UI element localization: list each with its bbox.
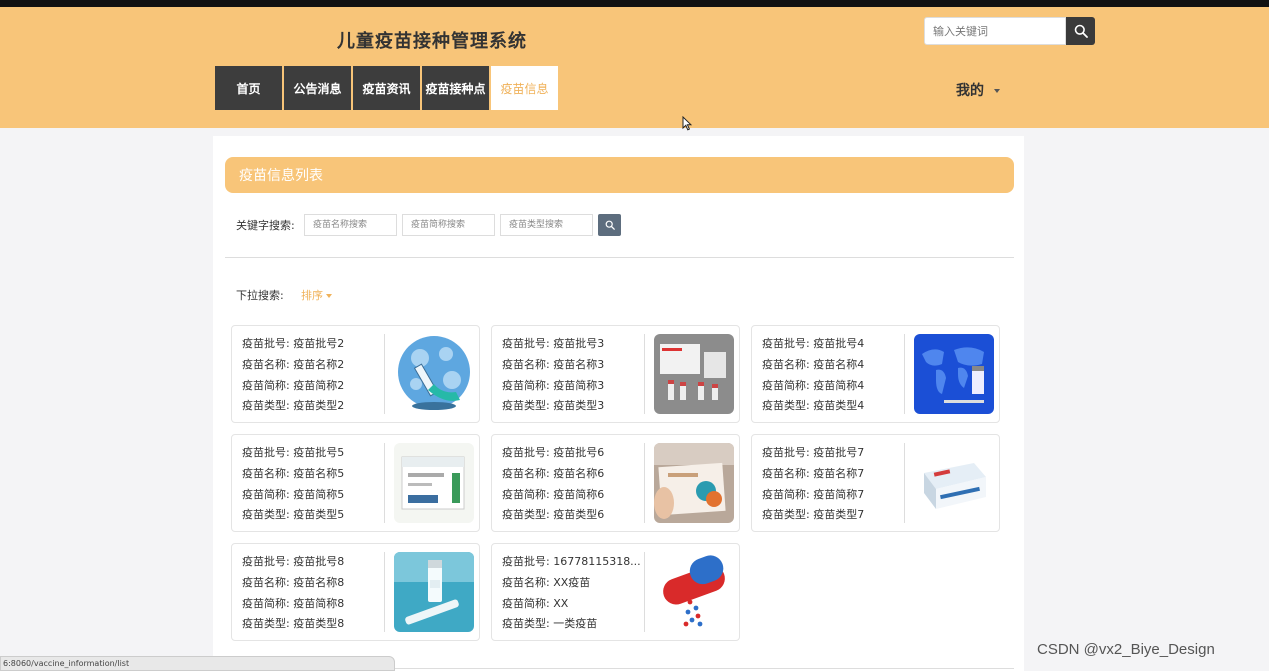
list-title: 疫苗信息列表: [225, 157, 1014, 193]
site-title: 儿童疫苗接种管理系统: [337, 31, 527, 52]
card-abbr: 疫苗简称: 疫苗简称4: [762, 378, 865, 392]
vaccine-card[interactable]: 疫苗批号: 疫苗批号7 疫苗名称: 疫苗名称7 疫苗简称: 疫苗简称7 疫苗类型…: [751, 434, 1000, 532]
hand-holding-box-image: [654, 443, 734, 523]
sort-dropdown[interactable]: 排序: [301, 287, 332, 303]
section-divider: [225, 257, 1014, 258]
card-batch: 疫苗批号: 疫苗批号3: [502, 337, 605, 350]
vaccine-box-vials-image: [654, 334, 734, 414]
card-separator: [644, 443, 645, 523]
vaccine-card[interactable]: 疫苗批号: 疫苗批号8 疫苗名称: 疫苗名称8 疫苗简称: 疫苗简称8 疫苗类型…: [231, 543, 480, 641]
card-name: 疫苗名称: XX疫苗: [502, 575, 591, 589]
nav-home[interactable]: 首页: [215, 66, 282, 110]
header-search-input[interactable]: [924, 17, 1066, 45]
browser-status-url: 6:8060/vaccine_information/list: [0, 656, 395, 671]
card-abbr: 疫苗简称: 疫苗简称8: [242, 596, 345, 610]
card-abbr: 疫苗简称: 疫苗简称6: [502, 487, 605, 501]
vaccine-card[interactable]: 疫苗批号: 疫苗批号2 疫苗名称: 疫苗名称2 疫苗简称: 疫苗简称2 疫苗类型…: [231, 325, 480, 423]
card-abbr: 疫苗简称: 疫苗简称7: [762, 487, 865, 501]
vaccine-name-search-input[interactable]: [304, 214, 397, 236]
card-type: 疫苗类型: 疫苗类型2: [242, 399, 345, 413]
vaccine-card[interactable]: 疫苗批号: 疫苗批号6 疫苗名称: 疫苗名称6 疫苗简称: 疫苗简称6 疫苗类型…: [491, 434, 740, 532]
content-panel: 疫苗信息列表 关键字搜索: 下拉搜索: 排序 疫苗批号: 疫苗批号2 疫苗名称:…: [213, 136, 1024, 671]
card-type: 疫苗类型: 一类疫苗: [502, 617, 598, 631]
card-batch: 疫苗批号: 疫苗批号6: [502, 446, 605, 459]
nav-announcements[interactable]: 公告消息: [284, 66, 351, 110]
header-search-button[interactable]: [1066, 17, 1095, 45]
card-name: 疫苗名称: 疫苗名称6: [502, 466, 605, 480]
main-nav: 首页 公告消息 疫苗资讯 疫苗接种点 疫苗信息: [215, 66, 560, 110]
blister-pack-box-image: [914, 443, 994, 523]
card-separator: [904, 443, 905, 523]
dropdown-search-label: 下拉搜索:: [236, 289, 284, 302]
world-map-vial-image: [914, 334, 994, 414]
nav-vaccine-info[interactable]: 疫苗信息: [491, 66, 558, 110]
keyword-search-label: 关键字搜索:: [236, 219, 295, 232]
card-batch: 疫苗批号: 疫苗批号4: [762, 337, 865, 350]
card-name: 疫苗名称: 疫苗名称7: [762, 466, 865, 480]
vial-syringe-image: [394, 552, 474, 632]
watermark: CSDN @vx2_Biye_Design: [1037, 641, 1215, 658]
card-separator: [644, 552, 645, 632]
search-icon: [1074, 24, 1088, 38]
card-name: 疫苗名称: 疫苗名称2: [242, 357, 345, 371]
card-abbr: 疫苗简称: XX: [502, 596, 569, 610]
vaccine-card[interactable]: 疫苗批号: 疫苗批号5 疫苗名称: 疫苗名称5 疫苗简称: 疫苗简称5 疫苗类型…: [231, 434, 480, 532]
caret-down-icon: [326, 294, 332, 298]
user-menu-label: 我的: [956, 83, 984, 99]
card-name: 疫苗名称: 疫苗名称4: [762, 357, 865, 371]
vaccine-type-search-input[interactable]: [500, 214, 593, 236]
site-header: 儿童疫苗接种管理系统 首页 公告消息 疫苗资讯 疫苗接种点 疫苗信息 我的: [0, 7, 1269, 128]
card-batch: 疫苗批号: 疫苗批号7: [762, 446, 865, 459]
card-batch: 疫苗批号: 疫苗批号5: [242, 446, 345, 459]
nav-vaccination-sites[interactable]: 疫苗接种点: [422, 66, 489, 110]
card-name: 疫苗名称: 疫苗名称5: [242, 466, 345, 480]
caret-down-icon: [994, 89, 1000, 93]
card-type: 疫苗类型: 疫苗类型6: [502, 508, 605, 522]
mouse-cursor-icon: [682, 116, 692, 131]
card-abbr: 疫苗简称: 疫苗简称5: [242, 487, 345, 501]
card-batch: 疫苗批号: 疫苗批号8: [242, 555, 345, 568]
card-separator: [644, 334, 645, 414]
medicine-box-image: [394, 443, 474, 523]
card-separator: [384, 334, 385, 414]
vaccine-card[interactable]: 疫苗批号: 疫苗批号4 疫苗名称: 疫苗名称4 疫苗简称: 疫苗简称4 疫苗类型…: [751, 325, 1000, 423]
card-batch: 疫苗批号: 疫苗批号2: [242, 337, 345, 350]
vaccine-card[interactable]: 疫苗批号: 疫苗批号3 疫苗名称: 疫苗名称3 疫苗简称: 疫苗简称3 疫苗类型…: [491, 325, 740, 423]
card-abbr: 疫苗简称: 疫苗简称2: [242, 378, 345, 392]
card-name: 疫苗名称: 疫苗名称3: [502, 357, 605, 371]
card-type: 疫苗类型: 疫苗类型4: [762, 399, 865, 413]
card-abbr: 疫苗简称: 疫苗简称3: [502, 378, 605, 392]
card-type: 疫苗类型: 疫苗类型8: [242, 617, 345, 631]
capsule-pill-image: [654, 552, 734, 632]
vaccine-abbr-search-input[interactable]: [402, 214, 495, 236]
card-separator: [384, 443, 385, 523]
card-batch: 疫苗批号: 16778115318...: [502, 555, 641, 568]
search-icon: [605, 220, 615, 230]
card-type: 疫苗类型: 疫苗类型3: [502, 399, 605, 413]
filter-search-button[interactable]: [598, 214, 621, 236]
user-menu[interactable]: 我的: [956, 80, 1000, 100]
card-type: 疫苗类型: 疫苗类型7: [762, 508, 865, 522]
syringe-virus-image: [394, 334, 474, 414]
sort-label: 排序: [301, 289, 323, 302]
vaccine-card[interactable]: 疫苗批号: 16778115318... 疫苗名称: XX疫苗 疫苗简称: XX…: [491, 543, 740, 641]
card-type: 疫苗类型: 疫苗类型5: [242, 508, 345, 522]
nav-vaccine-news[interactable]: 疫苗资讯: [353, 66, 420, 110]
card-separator: [904, 334, 905, 414]
card-separator: [384, 552, 385, 632]
window-top-edge: [0, 0, 1269, 7]
card-name: 疫苗名称: 疫苗名称8: [242, 575, 345, 589]
